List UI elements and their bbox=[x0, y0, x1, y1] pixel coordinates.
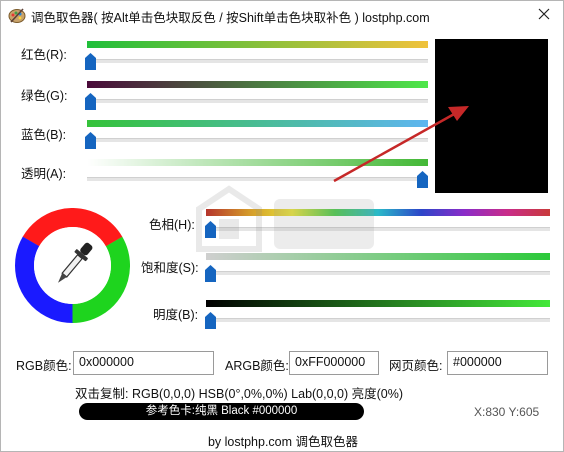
window-title: 调色取色器( 按Alt单击色块取反色 / 按Shift单击色块取补色 ) los… bbox=[31, 11, 430, 25]
copy-values-line[interactable]: 双击复制: RGB(0,0,0) HSB(0°,0%,0%) Lab(0,0,0… bbox=[75, 383, 403, 402]
color-wheel[interactable] bbox=[15, 208, 130, 323]
close-icon bbox=[538, 8, 550, 23]
brightness-slider-track[interactable] bbox=[206, 318, 550, 322]
alpha-gradient bbox=[87, 159, 428, 166]
footer-credit[interactable]: by lostphp.com 调色取色器 bbox=[1, 431, 564, 450]
rgb-color-field[interactable]: 0x000000 bbox=[73, 351, 214, 375]
title-bar: 调色取色器( 按Alt单击色块取反色 / 按Shift单击色块取补色 ) los… bbox=[1, 1, 563, 29]
brightness-label: 明度(B): bbox=[153, 308, 199, 322]
blue-label: 蓝色(B): bbox=[21, 128, 67, 142]
red-gradient bbox=[87, 41, 428, 48]
close-button[interactable] bbox=[527, 1, 561, 29]
alpha-slider-thumb[interactable] bbox=[417, 171, 428, 188]
app-window: 调色取色器( 按Alt单击色块取反色 / 按Shift单击色块取补色 ) los… bbox=[0, 0, 564, 452]
alpha-label: 透明(A): bbox=[21, 167, 67, 181]
rgb-color-label: RGB颜色: bbox=[16, 359, 72, 373]
green-slider-thumb[interactable] bbox=[85, 93, 96, 110]
color-preview-swatch[interactable] bbox=[435, 39, 548, 193]
green-label: 绿色(G): bbox=[21, 89, 68, 103]
argb-color-label: ARGB颜色: bbox=[225, 359, 289, 373]
blue-slider-track[interactable] bbox=[87, 138, 428, 142]
green-slider-track[interactable] bbox=[87, 99, 428, 103]
brightness-slider-thumb[interactable] bbox=[205, 312, 216, 329]
argb-color-field[interactable]: 0xFF000000 bbox=[289, 351, 379, 375]
red-label: 红色(R): bbox=[21, 48, 67, 62]
green-gradient bbox=[87, 81, 428, 88]
red-slider-track[interactable] bbox=[87, 59, 428, 63]
web-color-field[interactable]: #000000 bbox=[447, 351, 548, 375]
palette-icon bbox=[8, 6, 26, 24]
blue-gradient bbox=[87, 120, 428, 127]
blue-slider-thumb[interactable] bbox=[85, 132, 96, 149]
brightness-gradient bbox=[206, 300, 550, 307]
red-slider-thumb[interactable] bbox=[85, 53, 96, 70]
saturation-slider-track[interactable] bbox=[206, 271, 550, 275]
hue-label: 色相(H): bbox=[149, 218, 195, 232]
reference-color-card: 参考色卡:纯黑 Black #000000 bbox=[79, 403, 364, 420]
web-color-label: 网页颜色: bbox=[389, 359, 443, 373]
watermark-logo bbox=[196, 185, 374, 252]
cursor-coordinates: X:830 Y:605 bbox=[474, 405, 540, 419]
